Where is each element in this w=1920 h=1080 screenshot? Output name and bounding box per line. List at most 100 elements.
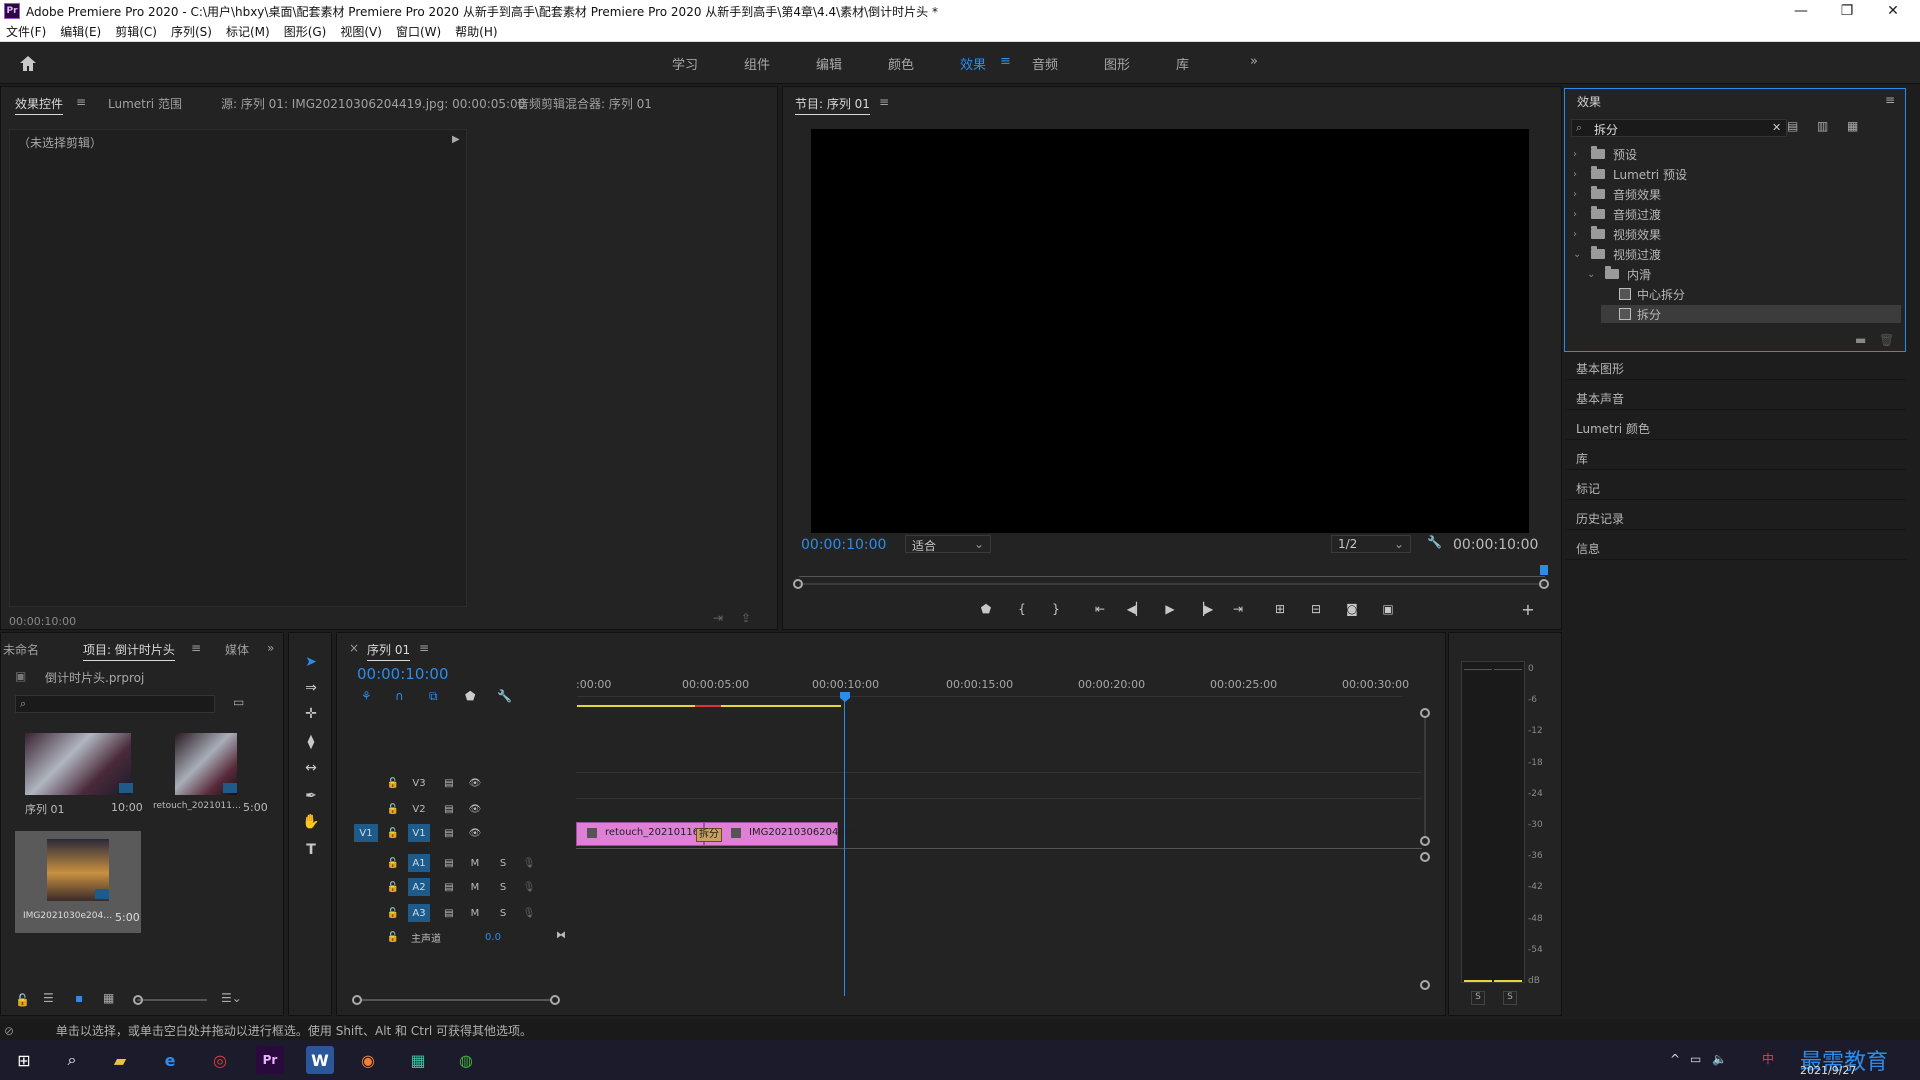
video-track-scroll[interactable] <box>1424 718 1426 838</box>
chevron-icon[interactable]: › <box>1573 209 1585 220</box>
zoom-handle-left[interactable] <box>793 579 803 589</box>
effects-tree-item[interactable]: › 预设 <box>1573 145 1637 163</box>
expand-arrow-icon[interactable]: ▶ <box>452 134 460 145</box>
effects-tree-item[interactable]: 拆分 <box>1601 305 1901 323</box>
timeline-horizontal-scroll[interactable] <box>362 999 552 1001</box>
accelerated-effects-icon[interactable]: ▤ <box>1787 119 1798 133</box>
app-icon[interactable]: ▦ <box>404 1046 432 1074</box>
menu-edit[interactable]: 编辑(E) <box>60 23 101 40</box>
program-monitor-title[interactable]: 节目: 序列 01 <box>795 95 870 115</box>
yuv-effects-icon[interactable]: ▦ <box>1847 119 1858 133</box>
effects-tree-item[interactable]: › Lumetri 预设 <box>1573 165 1687 183</box>
panel-markers[interactable]: 标记 <box>1566 474 1906 500</box>
effects-tree-item[interactable]: › 音频效果 <box>1573 185 1661 203</box>
chevron-icon[interactable]: › <box>1573 169 1585 180</box>
lock-icon[interactable]: 🔓 <box>15 993 30 1007</box>
menu-clip[interactable]: 剪辑(C) <box>115 23 157 40</box>
audio-zoom-handle[interactable] <box>1420 980 1430 990</box>
snap-magnet-icon[interactable]: ∩ <box>395 689 404 703</box>
tray-chevron-icon[interactable]: ^ <box>1670 1052 1680 1066</box>
sync-lock-icon[interactable]: ▤ <box>440 774 458 792</box>
panel-info[interactable]: 信息 <box>1566 534 1906 560</box>
ripple-edit-tool-icon[interactable]: ✛ <box>296 702 326 726</box>
windows-start-icon[interactable]: ⊞ <box>10 1046 38 1074</box>
program-menu-icon[interactable]: ≡ <box>879 95 889 109</box>
track-select-tool-icon[interactable]: ⇒ <box>296 676 326 700</box>
project-menu-icon[interactable]: ≡ <box>191 641 201 655</box>
menu-marker[interactable]: 标记(M) <box>226 23 270 40</box>
track-target-v3[interactable]: V3 <box>408 774 430 792</box>
mute-track-button[interactable]: M <box>466 854 484 872</box>
panel-essential-sound[interactable]: 基本声音 <box>1566 384 1906 410</box>
menu-sequence[interactable]: 序列(S) <box>171 23 212 40</box>
program-playhead[interactable] <box>1540 565 1548 575</box>
ime-icon[interactable]: 中 <box>1762 1050 1774 1067</box>
add-marker-icon[interactable]: ⬟ <box>974 598 998 620</box>
timeline-settings-wrench-icon[interactable]: 🔧 <box>497 689 512 703</box>
panel-libraries[interactable]: 库 <box>1566 444 1906 470</box>
sync-lock-icon[interactable]: ▤ <box>440 824 458 842</box>
timeline-sequence-tab[interactable]: 序列 01 <box>367 641 411 661</box>
go-to-in-icon[interactable]: ⇤ <box>1088 598 1112 620</box>
menu-graphics[interactable]: 图形(G) <box>284 23 327 40</box>
add-marker-icon[interactable]: ⬟ <box>465 689 475 703</box>
menu-window[interactable]: 窗口(W) <box>396 23 441 40</box>
solo-left-button[interactable]: S <box>1471 991 1485 1005</box>
workspace-effects[interactable]: 效果 <box>960 54 986 73</box>
search-icon[interactable]: ⌕ <box>58 1046 86 1074</box>
selection-tool-icon[interactable]: ➤ <box>296 650 326 674</box>
chevron-icon[interactable]: › <box>1573 189 1585 200</box>
panel-overflow-icon[interactable]: » <box>267 641 274 655</box>
master-volume-value[interactable]: 0.0 <box>482 928 504 946</box>
tab-project[interactable]: 项目: 倒计时片头 <box>83 641 175 661</box>
panel-essential-graphics[interactable]: 基本图形 <box>1566 354 1906 380</box>
toggle-output-eye-icon[interactable]: 👁 <box>466 800 484 818</box>
workspace-menu-icon[interactable]: ≡ <box>1000 54 1011 69</box>
sort-icon[interactable]: ☰⌄ <box>221 991 242 1005</box>
sync-lock-icon[interactable]: ▤ <box>440 878 458 896</box>
workspace-learn[interactable]: 学习 <box>672 54 698 73</box>
voiceover-mic-icon[interactable]: 🎙 <box>520 904 538 922</box>
track-target-a3[interactable]: A3 <box>408 904 430 922</box>
lift-icon[interactable]: ⊞ <box>1268 598 1292 620</box>
sync-lock-icon[interactable]: ▤ <box>440 800 458 818</box>
effects-tree-item[interactable]: 中心拆分 <box>1601 285 1685 303</box>
track-lock-icon[interactable]: 🔓 <box>384 824 402 842</box>
minimize-button[interactable]: — <box>1778 0 1824 22</box>
find-icon[interactable]: ▭ <box>233 695 244 709</box>
solo-track-button[interactable]: S <box>494 854 512 872</box>
tab-audio-clip-mixer[interactable]: 音频剪辑混合器: 序列 01 <box>517 95 652 112</box>
menu-file[interactable]: 文件(F) <box>6 23 46 40</box>
network-icon[interactable]: ▭ <box>1690 1052 1701 1066</box>
type-tool-icon[interactable]: T <box>296 838 326 862</box>
thumbnail-size-slider[interactable] <box>137 999 207 1001</box>
sync-lock-icon[interactable]: ▤ <box>440 854 458 872</box>
close-window-button[interactable]: ✕ <box>1870 0 1916 22</box>
chrome-icon[interactable]: ◍ <box>452 1046 480 1074</box>
video-zoom-handle[interactable] <box>1420 836 1430 846</box>
32bit-effects-icon[interactable]: ▥ <box>1817 119 1828 133</box>
track-target-v1[interactable]: V1 <box>408 824 430 842</box>
razor-tool-icon[interactable]: ⧫ <box>296 730 326 754</box>
timeline-scroll-left-handle[interactable] <box>352 995 362 1005</box>
track-lock-icon[interactable]: 🔓 <box>384 878 402 896</box>
maximize-button[interactable]: ❐ <box>1824 0 1870 22</box>
video-zoom-handle[interactable] <box>1420 708 1430 718</box>
resolution-select[interactable]: 1/2 ⌄ <box>1331 535 1411 553</box>
word-icon[interactable]: W <box>306 1046 334 1074</box>
share-icon[interactable]: ⇪ <box>741 611 751 625</box>
track-target-v2[interactable]: V2 <box>408 800 430 818</box>
track-target-a1[interactable]: A1 <box>408 854 430 872</box>
clear-search-icon[interactable]: ✕ <box>1772 121 1781 134</box>
voiceover-mic-icon[interactable]: 🎙 <box>520 854 538 872</box>
new-bin-icon[interactable]: ▬ <box>1855 333 1866 347</box>
tab-lumetri-scopes[interactable]: Lumetri 范围 <box>108 95 182 112</box>
go-to-end-icon[interactable]: ⧓ <box>552 926 570 944</box>
list-view-icon[interactable]: ☰ <box>43 991 54 1005</box>
slip-tool-icon[interactable]: ↔ <box>296 756 326 780</box>
tab-effect-controls[interactable]: 效果控件 <box>15 95 64 115</box>
menu-help[interactable]: 帮助(H) <box>455 23 497 40</box>
workspace-color[interactable]: 颜色 <box>888 54 914 73</box>
track-lock-icon[interactable]: 🔓 <box>384 904 402 922</box>
program-video-frame[interactable] <box>811 129 1529 533</box>
